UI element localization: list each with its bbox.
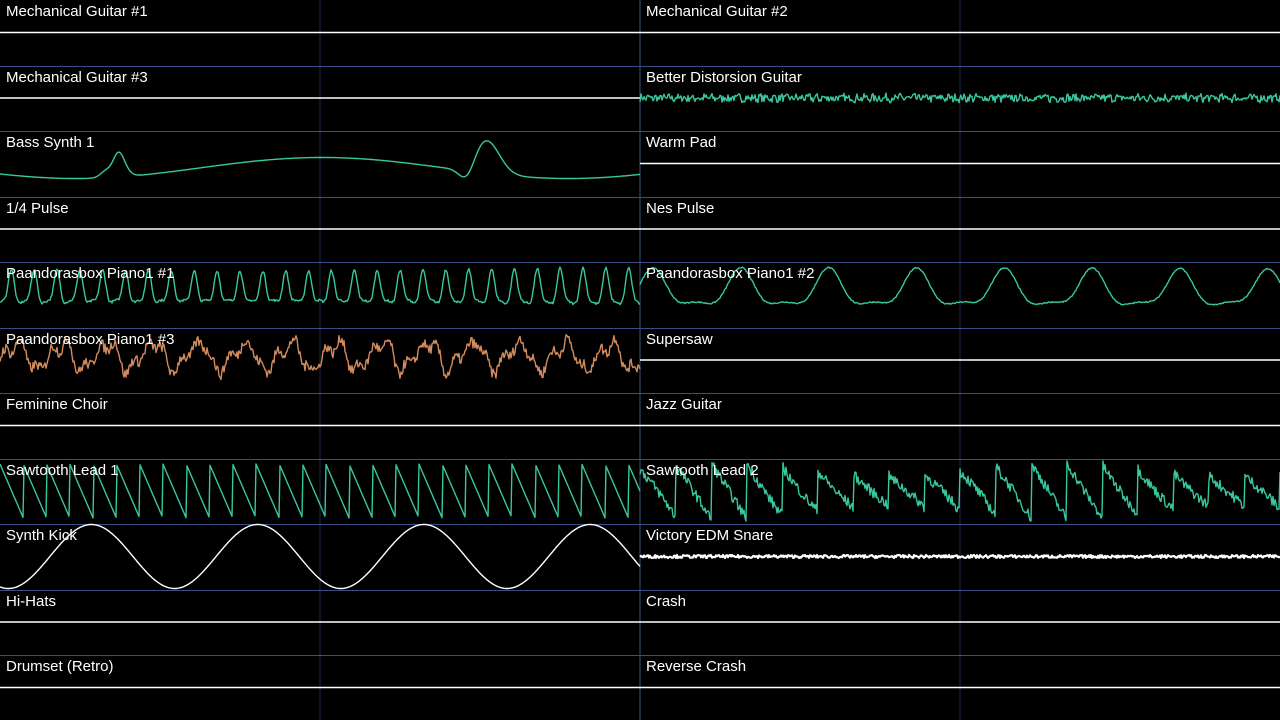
waveform-canvas — [0, 0, 1280, 720]
oscilloscope-view: Mechanical Guitar #1 Mechanical Guitar #2… — [0, 0, 1280, 720]
